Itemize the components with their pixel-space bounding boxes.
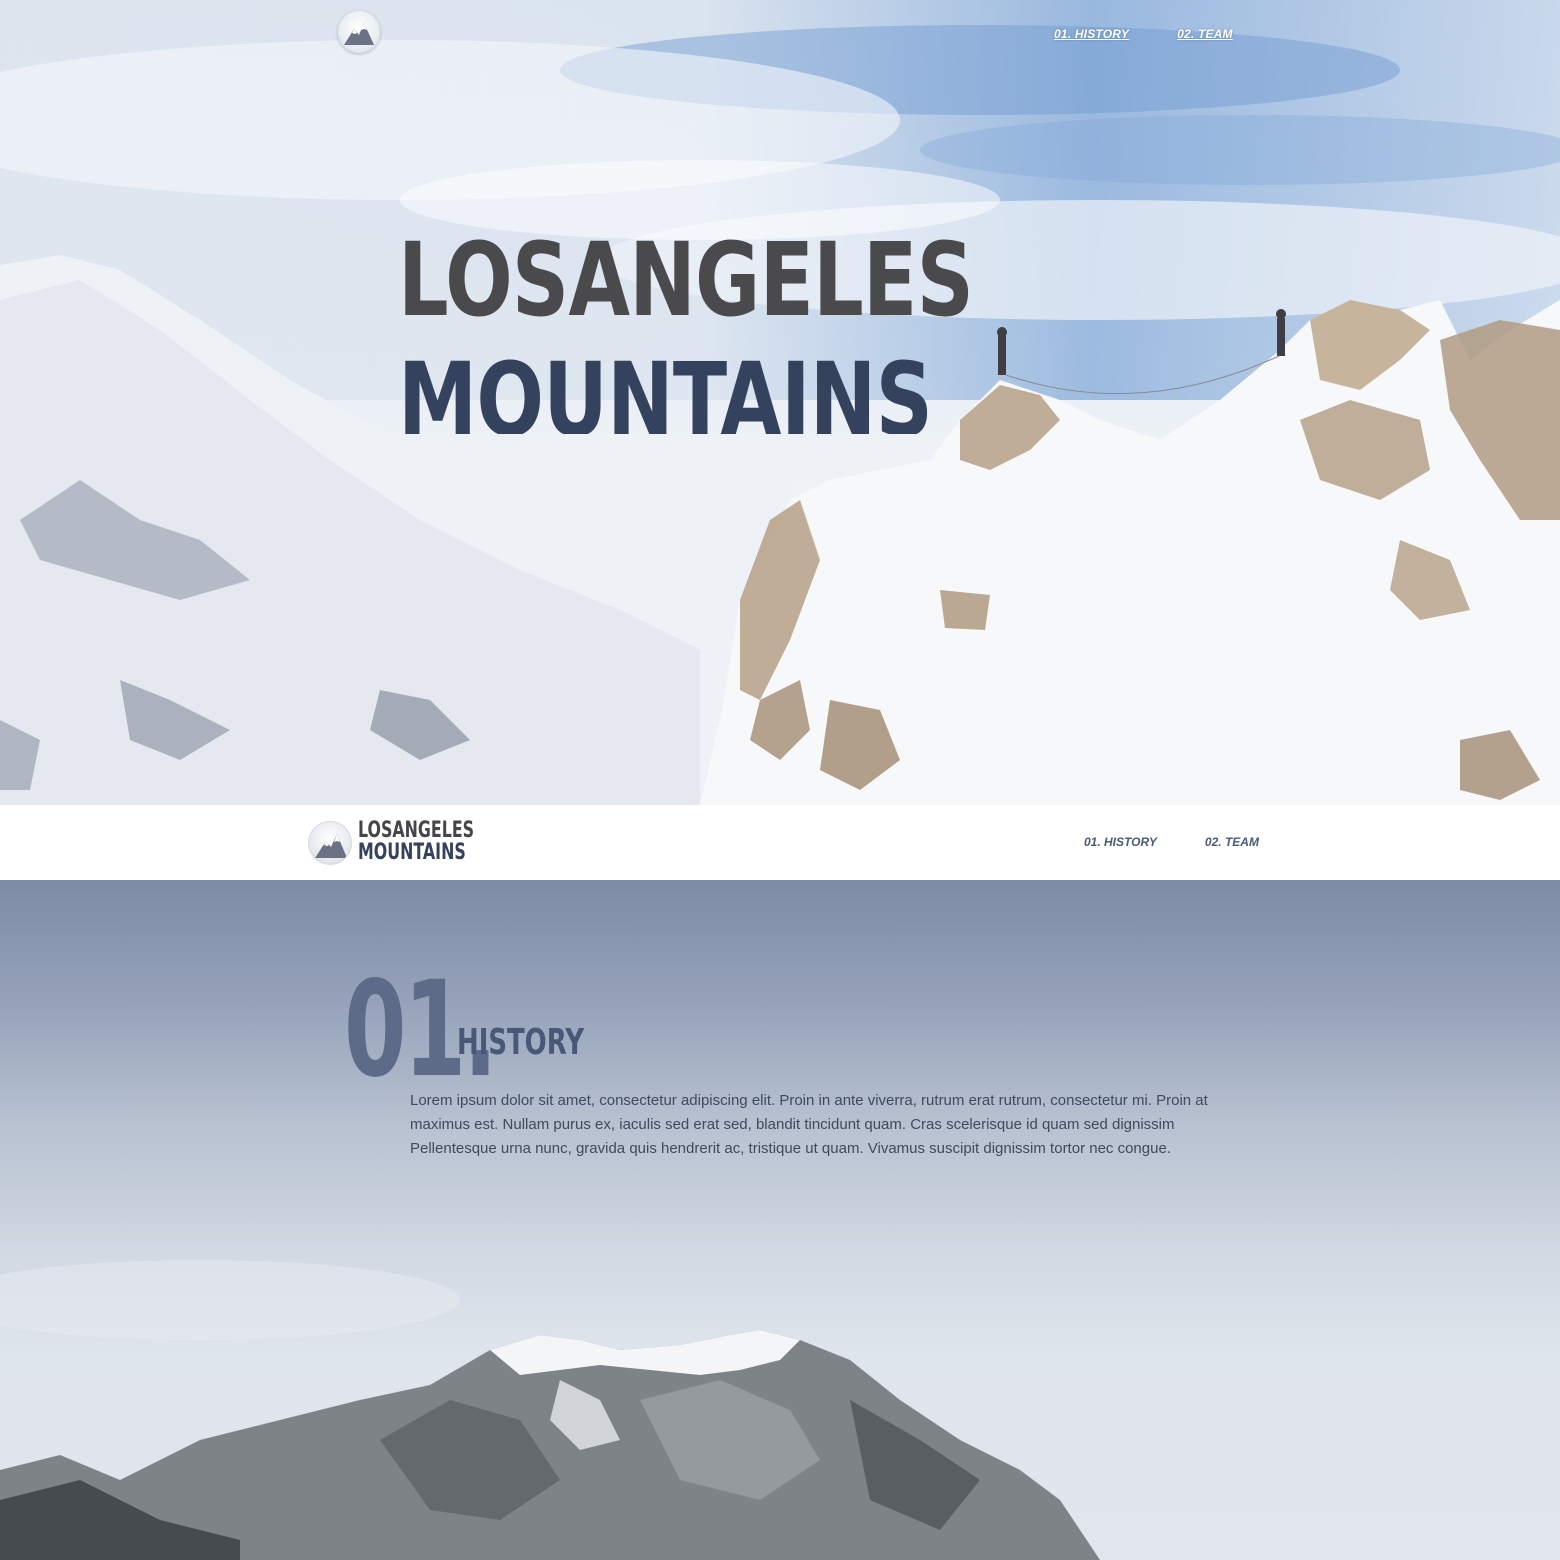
navbar-team-link[interactable]: 02. TEAM	[1205, 835, 1259, 849]
hero-section: 01. HISTORY 02. TEAM LOSANGELES MOUNTAIN…	[0, 0, 1560, 805]
mountain-logo-icon	[315, 834, 347, 858]
hero-logo[interactable]	[338, 11, 380, 53]
section-body-text: Lorem ipsum dolor sit amet, consectetur …	[410, 1092, 1208, 1157]
mountain-logo-icon	[344, 23, 374, 45]
hero-nav-team-link[interactable]: 02. TEAM	[1177, 27, 1233, 41]
history-mountain-illustration	[0, 1260, 1100, 1560]
navbar-logo[interactable]	[308, 821, 352, 865]
navbar-brand-line2: MOUNTAINS	[358, 840, 466, 865]
hero-nav-history-link[interactable]: 01. HISTORY	[1054, 27, 1129, 41]
hero-title: LOSANGELES MOUNTAINS	[398, 226, 998, 466]
sticky-navbar: LOSANGELES MOUNTAINS 01. HISTORY 02. TEA…	[0, 805, 1560, 880]
navbar-history-link[interactable]: 01. HISTORY	[1084, 835, 1157, 849]
navbar-brand-line1: LOSANGELES	[358, 818, 475, 843]
history-section: 01. HISTORY Lorem ipsum dolor sit amet, …	[0, 880, 1560, 1560]
navbar-brand[interactable]: LOSANGELES MOUNTAINS	[358, 820, 519, 864]
hero-title-line2: MOUNTAINS	[398, 346, 933, 434]
hero-title-line1: LOSANGELES	[398, 221, 974, 340]
hero-title-line2-mask: MOUNTAINS	[398, 346, 998, 434]
navbar-links: 01. HISTORY 02. TEAM	[1084, 835, 1259, 849]
section-title: HISTORY	[457, 1022, 585, 1063]
hero-nav: 01. HISTORY 02. TEAM	[1054, 27, 1233, 41]
